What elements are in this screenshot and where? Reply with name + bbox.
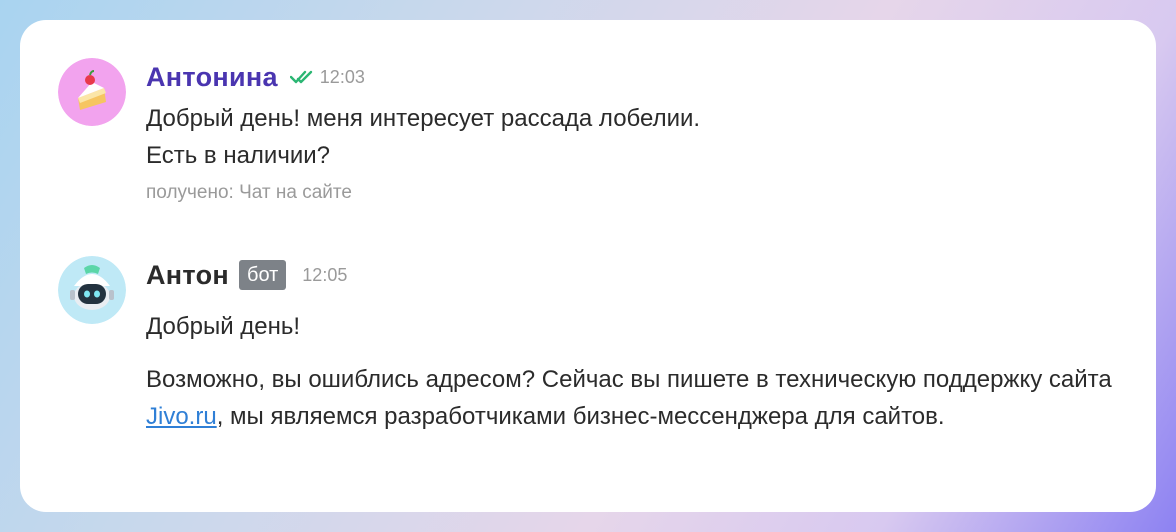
bot-avatar[interactable] — [58, 256, 126, 324]
user-avatar[interactable] — [58, 58, 126, 126]
message-text: Возможно, вы ошиблись адресом? Сейчас вы… — [146, 361, 1116, 435]
message-source: получено: Чат на сайте — [146, 182, 352, 203]
message-greeting: Добрый день! — [146, 313, 301, 340]
jivo-link[interactable]: Jivo.ru — [146, 403, 217, 430]
message-body-end: , мы являемся разработчиками бизнес-месс… — [216, 403, 945, 430]
message-time: 12:05 — [302, 264, 348, 285]
message-time: 12:03 — [319, 66, 365, 87]
sender-name[interactable]: Антон — [146, 260, 229, 291]
robot-avatar-icon — [58, 256, 126, 324]
message-line: Добрый день! меня интересует рассада лоб… — [146, 105, 701, 132]
cake-avatar-icon — [58, 58, 126, 126]
double-check-icon — [289, 70, 314, 84]
message-text: Добрый день! меня интересует рассада лоб… — [146, 100, 1116, 174]
message-body: Возможно, вы ошиблись адресом? Сейчас вы… — [146, 366, 1112, 393]
message-line: Есть в наличии? — [146, 142, 330, 169]
bot-badge: бот — [238, 260, 287, 290]
chat-panel: Антонина 12:03 Добрый день! меня интерес… — [20, 20, 1156, 512]
sender-name[interactable]: Антонина — [146, 62, 278, 93]
